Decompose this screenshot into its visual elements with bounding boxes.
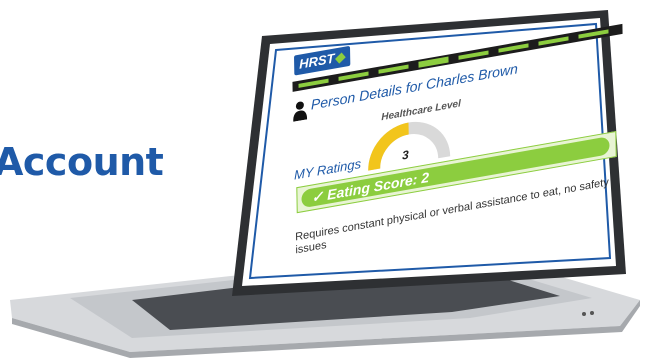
progress-segment bbox=[298, 78, 329, 88]
laptop-port bbox=[582, 312, 586, 316]
progress-segment bbox=[538, 36, 569, 46]
person-icon bbox=[293, 101, 308, 122]
logo-mark-icon: ◆ bbox=[334, 48, 345, 66]
app-logo-text: HRST bbox=[299, 50, 335, 72]
progress-segment bbox=[458, 50, 489, 60]
progress-segment bbox=[498, 43, 529, 53]
gauge-value: 3 bbox=[401, 147, 409, 163]
progress-segment-active bbox=[418, 56, 449, 68]
check-icon: ✓ bbox=[311, 187, 324, 206]
progress-segment bbox=[578, 29, 609, 39]
progress-segment bbox=[378, 64, 409, 74]
progress-segment bbox=[338, 71, 369, 81]
laptop-port bbox=[590, 311, 594, 315]
